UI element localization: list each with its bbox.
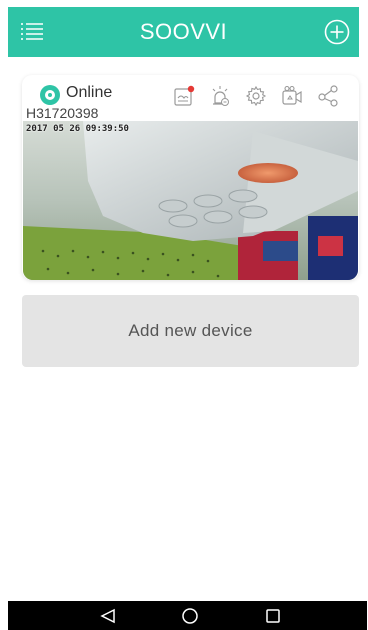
plus-circle-icon[interactable] [324, 19, 350, 45]
back-triangle-icon[interactable] [99, 607, 117, 625]
system-navbar [8, 601, 367, 630]
share-icon[interactable] [316, 84, 340, 108]
video-camera-icon[interactable] [280, 84, 304, 108]
device-status: Online [66, 84, 113, 101]
device-toolbar [172, 81, 340, 111]
camera-live-view[interactable]: 2017 05 26 09:39:50 [23, 121, 358, 280]
add-new-device-label: Add new device [128, 321, 253, 340]
app-title: SOOVVI [139, 19, 228, 44]
device-card[interactable]: Online H31720398 2017 05 26 09:39:50 [22, 75, 359, 280]
app-header: SOOVVI [8, 7, 359, 57]
camera-frame-image [23, 121, 358, 280]
gear-icon[interactable] [244, 84, 268, 108]
recent-square-icon[interactable] [264, 607, 282, 625]
online-status-icon [40, 85, 60, 105]
alarm-icon[interactable] [208, 84, 232, 108]
home-circle-icon[interactable] [181, 607, 199, 625]
sd-card-icon[interactable] [172, 84, 196, 108]
device-id: H31720398 [26, 105, 99, 121]
add-new-device-button[interactable]: Add new device [22, 295, 359, 367]
video-timestamp: 2017 05 26 09:39:50 [26, 124, 129, 134]
